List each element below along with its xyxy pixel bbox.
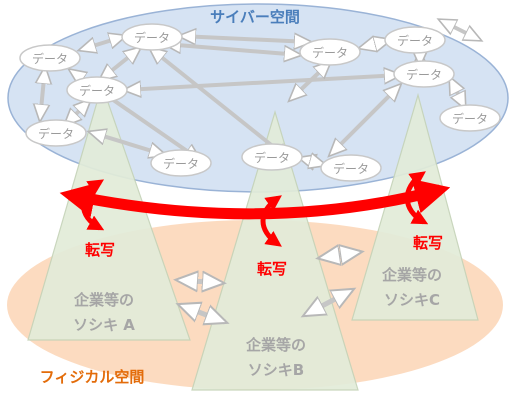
svg-text:データ: データ	[38, 126, 74, 141]
transfer-label: 転写	[85, 241, 115, 259]
diagram: データ データ データ データ データ データ データ データ データ データ …	[0, 0, 511, 402]
data-node: データ	[25, 119, 87, 147]
svg-text:データ: データ	[254, 150, 290, 165]
organization-a-line2: ソシキ A	[73, 316, 135, 334]
svg-text:データ: データ	[163, 156, 199, 171]
svg-text:データ: データ	[397, 33, 433, 48]
data-node: データ	[19, 44, 81, 72]
organization-c-line2: ソシキC	[384, 291, 440, 309]
data-node: データ	[66, 76, 128, 104]
cyber-space-label: サイバー空間	[210, 8, 300, 26]
svg-text:データ: データ	[79, 83, 115, 98]
svg-text:データ: データ	[406, 67, 442, 82]
svg-text:データ: データ	[452, 111, 488, 126]
data-node: データ	[393, 60, 455, 88]
data-node: データ	[384, 26, 446, 54]
data-node: データ	[150, 149, 212, 177]
svg-text:データ: データ	[32, 51, 68, 66]
organization-b-line2: ソシキB	[248, 361, 304, 379]
data-node: データ	[241, 143, 303, 171]
svg-text:データ: データ	[134, 30, 170, 45]
data-node: データ	[439, 104, 501, 132]
organization-a-line1: 企業等の	[73, 291, 134, 309]
svg-text:データ: データ	[333, 161, 369, 176]
physical-space-label: フィジカル空間	[40, 368, 145, 386]
transfer-label: 転写	[257, 260, 287, 278]
organization-b-line1: 企業等の	[245, 336, 306, 354]
organization-c-line1: 企業等の	[381, 266, 442, 284]
data-node: データ	[299, 38, 361, 66]
data-node: データ	[121, 23, 183, 51]
data-node: データ	[320, 154, 382, 182]
svg-text:データ: データ	[312, 45, 348, 60]
transfer-label: 転写	[413, 234, 443, 252]
diagram-canvas: データ データ データ データ データ データ データ データ データ データ …	[7, 3, 509, 391]
